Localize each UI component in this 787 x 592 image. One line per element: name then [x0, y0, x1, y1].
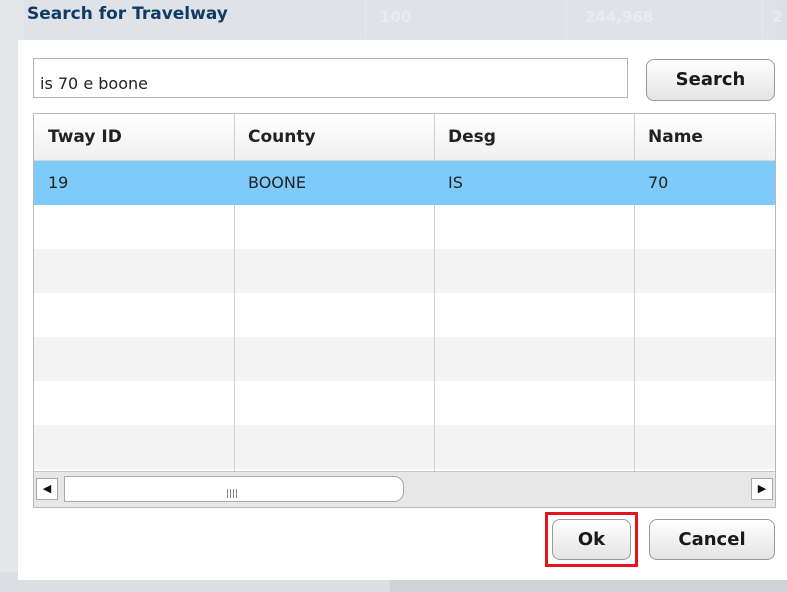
background-divider	[365, 0, 366, 38]
header-divider	[434, 114, 435, 161]
ok-button[interactable]: Ok	[552, 519, 631, 560]
dialog-title: Search for Travelway	[27, 4, 228, 24]
background-value: 100	[380, 8, 412, 26]
column-header-desg[interactable]: Desg	[434, 114, 634, 160]
search-input[interactable]	[33, 58, 628, 98]
column-header-county[interactable]: County	[234, 114, 434, 160]
grip-icon	[227, 483, 239, 498]
column-header-name[interactable]: Name	[634, 114, 775, 160]
header-divider	[234, 114, 235, 161]
cancel-button[interactable]: Cancel	[649, 519, 775, 560]
background-divider	[566, 0, 567, 38]
table-row-empty	[34, 337, 775, 381]
cell-name: 70	[648, 173, 669, 192]
background-value: 2	[772, 8, 783, 26]
column-header-tway-id[interactable]: Tway ID	[34, 114, 234, 160]
header-divider	[634, 114, 635, 161]
arrow-right-icon[interactable]: ▶	[751, 478, 773, 500]
scrollbar-thumb[interactable]	[64, 476, 404, 502]
column-divider	[634, 205, 635, 471]
column-divider	[234, 205, 235, 471]
cell-county: BOONE	[248, 173, 306, 192]
background-divider	[762, 0, 763, 38]
results-grid: Tway ID County Desg Name 19 BOONE IS 70 …	[33, 113, 776, 508]
cell-tway-id: 19	[48, 173, 69, 192]
horizontal-scrollbar[interactable]: ◀ ▶	[34, 471, 775, 507]
table-row-empty	[34, 205, 775, 249]
search-button[interactable]: Search	[646, 59, 775, 101]
background-value: 244,968	[585, 8, 654, 26]
table-row-empty	[34, 249, 775, 293]
arrow-left-icon[interactable]: ◀	[36, 478, 58, 500]
table-row-empty	[34, 293, 775, 337]
grid-header: Tway ID County Desg Name	[34, 114, 775, 161]
table-row-empty	[34, 381, 775, 425]
cell-desg: IS	[448, 173, 463, 192]
table-row-empty	[34, 425, 775, 469]
column-divider	[434, 205, 435, 471]
table-row-selected[interactable]: 19 BOONE IS 70	[34, 161, 775, 205]
